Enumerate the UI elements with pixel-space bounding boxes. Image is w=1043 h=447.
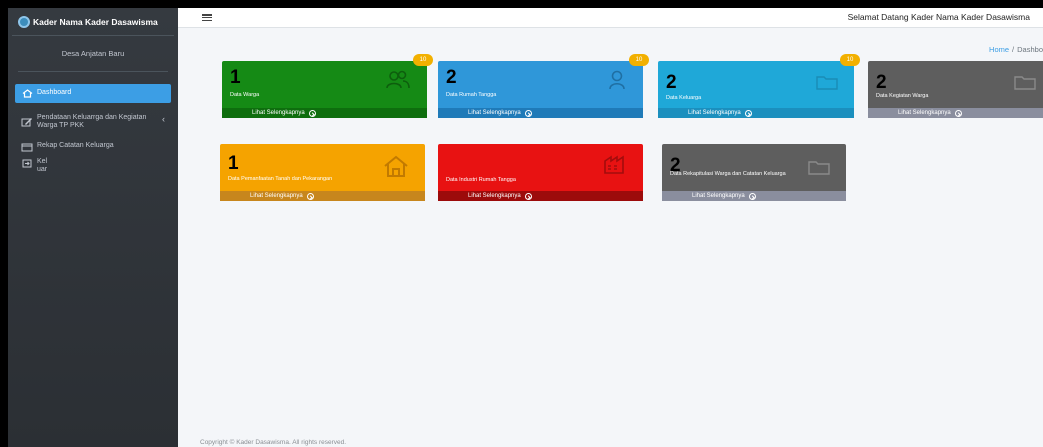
- card-label: Data Industri Rumah Tangga: [446, 177, 516, 183]
- arrow-circle-right-icon: [954, 109, 962, 117]
- brand-link[interactable]: Kader Nama Kader Dasawisma: [12, 8, 174, 36]
- welcome-text: Selamat Datang Kader Nama Kader Dasawism…: [847, 12, 1030, 22]
- sidebar-item-pendataan[interactable]: Pendataan Keluarrga dan Kegiatan Warga T…: [15, 111, 171, 133]
- page-footer: Copyright © Kader Dasawisma. All rights …: [200, 439, 347, 446]
- chevron-left-icon[interactable]: ‹: [162, 114, 165, 124]
- arrow-circle-right-icon: [748, 192, 756, 200]
- card-label: Data Warga: [230, 92, 260, 98]
- house-icon: [383, 155, 409, 182]
- sidebar-item-label: Pendataan Keluarrga dan Kegiatan Warga T…: [37, 114, 147, 130]
- card-more-link[interactable]: Lihat Selengkapnya: [868, 108, 1043, 118]
- card-more-link[interactable]: Lihat Selengkapnya: [658, 108, 854, 118]
- notification-badge: 10: [413, 54, 433, 66]
- card-more-label: Lihat Selengkapnya: [468, 110, 521, 116]
- breadcrumb: Home / Dashbo: [989, 45, 1043, 54]
- breadcrumb-current: Dashbo: [1017, 45, 1043, 54]
- sidebar-item-rekap[interactable]: Rekap Catatan Keluarga: [15, 139, 171, 155]
- card-more-link[interactable]: Lihat Selengkapnya: [438, 108, 643, 118]
- card-data-rumah-tangga: 2 Data Rumah Tangga 10 Lihat Selengkapny…: [438, 54, 649, 118]
- card-label: Data Kegiatan Warga: [876, 93, 929, 99]
- sidebar-item-keluar[interactable]: Kel uar: [15, 155, 171, 177]
- arrow-circle-right-icon: [524, 109, 532, 117]
- card-more-link[interactable]: Lihat Selengkapnya: [662, 191, 846, 201]
- sidebar: Kader Nama Kader Dasawisma Desa Anjatan …: [8, 8, 178, 447]
- breadcrumb-home-link[interactable]: Home: [989, 45, 1009, 54]
- breadcrumb-separator: /: [1012, 45, 1015, 54]
- arrow-circle-right-icon: [744, 109, 752, 117]
- notification-badge: 10: [629, 54, 649, 66]
- sidebar-item-label: Dashboard: [37, 89, 72, 97]
- card-data-warga: 1 Data Warga 10 Lihat Selengkapnya: [222, 54, 433, 118]
- sidebar-item-dashboard[interactable]: Dashboard: [15, 84, 171, 103]
- user-name: Desa Anjatan Baru: [61, 49, 125, 58]
- card-count: 1: [228, 153, 239, 174]
- app-window: Kader Nama Kader Dasawisma Desa Anjatan …: [8, 8, 1043, 447]
- card-count: 2: [446, 67, 457, 88]
- users-icon: [385, 70, 411, 95]
- arrow-circle-right-icon: [524, 192, 532, 200]
- top-navbar: Selamat Datang Kader Nama Kader Dasawism…: [178, 8, 1043, 28]
- card-more-link[interactable]: Lihat Selengkapnya: [220, 191, 425, 201]
- arrow-circle-right-icon: [306, 192, 314, 200]
- card-more-label: Lihat Selengkapnya: [898, 110, 951, 116]
- card-more-label: Lihat Selengkapnya: [692, 193, 745, 199]
- folder-icon: [808, 161, 830, 180]
- user-panel[interactable]: Desa Anjatan Baru: [18, 36, 168, 72]
- card-more-label: Lihat Selengkapnya: [252, 110, 305, 116]
- card-more-label: Lihat Selengkapnya: [250, 193, 303, 199]
- card-count: 2: [666, 72, 677, 93]
- card-data-kegiatan-warga: 2 Data Kegiatan Warga Lihat Selengkapnya: [868, 61, 1043, 118]
- card-more-label: Lihat Selengkapnya: [688, 110, 741, 116]
- card-data-keluarga: 2 Data Keluarga 10 Lihat Selengkapnya: [658, 54, 860, 118]
- card-label: Data Rumah Tangga: [446, 92, 497, 98]
- home-icon: [21, 89, 33, 99]
- brand-logo: [18, 15, 30, 28]
- calendar-icon: [21, 142, 33, 152]
- card-data-industri-rumah-tangga: Data Industri Rumah Tangga Lihat Selengk…: [438, 144, 643, 201]
- sidebar-item-label: Kel uar: [37, 158, 48, 174]
- folder-icon: [816, 76, 838, 95]
- edit-icon: [21, 117, 33, 127]
- card-label: Data Keluarga: [666, 95, 702, 101]
- menu-toggle-icon[interactable]: [202, 14, 212, 21]
- card-more-link[interactable]: Lihat Selengkapnya: [438, 191, 643, 201]
- card-more-label: Lihat Selengkapnya: [468, 193, 521, 199]
- card-count: 2: [876, 72, 887, 93]
- card-label: Data Rekapitulasi Warga dan Catatan Kelu…: [670, 171, 786, 177]
- card-data-rekapitulasi: 2 Data Rekapitulasi Warga dan Catatan Ke…: [662, 144, 846, 201]
- arrow-circle-right-icon: [308, 109, 316, 117]
- notification-badge: 10: [840, 54, 860, 66]
- card-more-link[interactable]: Lihat Selengkapnya: [222, 108, 427, 118]
- sidebar-nav: Dashboard Pendataan Keluarrga dan Kegiat…: [8, 72, 178, 177]
- folder-icon: [1014, 76, 1036, 95]
- brand-title: Kader Nama Kader Dasawisma: [33, 16, 158, 27]
- card-data-pemanfaatan-tanah: 1 Data Pemanfaatan Tanah dan Pekarangan …: [220, 144, 425, 201]
- factory-icon: [603, 154, 627, 179]
- sidebar-item-label: Rekap Catatan Keluarga: [37, 142, 114, 150]
- logout-icon: [21, 158, 33, 168]
- user-icon: [607, 70, 627, 95]
- card-label: Data Pemanfaatan Tanah dan Pekarangan: [228, 176, 333, 182]
- card-count: 1: [230, 67, 241, 88]
